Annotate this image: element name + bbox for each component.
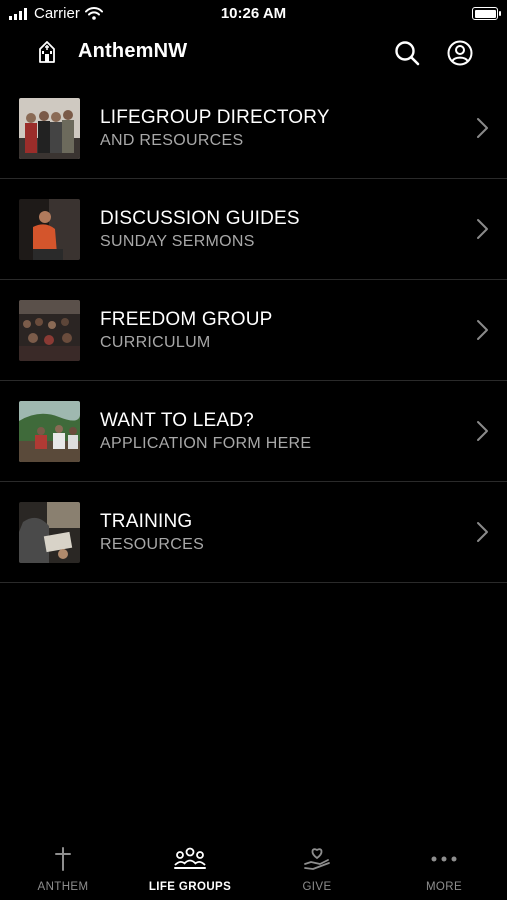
church-logo-icon — [39, 41, 55, 63]
search-button[interactable] — [392, 38, 422, 68]
item-title: LIFEGROUP DIRECTORY — [100, 107, 330, 128]
chevron-right-icon — [477, 219, 488, 239]
list-item-want-to-lead[interactable]: WANT TO LEAD? APPLICATION FORM HERE — [0, 381, 507, 482]
status-time: 10:26 AM — [220, 5, 287, 22]
list-item-lifegroup-directory[interactable]: LIFEGROUP DIRECTORY AND RESOURCES — [0, 78, 507, 179]
heart-hand-icon — [304, 848, 330, 870]
item-title: TRAINING — [100, 511, 193, 532]
item-subtitle: APPLICATION FORM HERE — [100, 435, 312, 452]
chevron-right-icon — [477, 118, 488, 138]
item-title: DISCUSSION GUIDES — [100, 208, 300, 229]
tab-bar: ANTHEM LIFE GROUPS GIVE MORE — [0, 838, 507, 900]
app-header: AnthemNW — [0, 28, 507, 78]
list-item-training[interactable]: TRAINING RESOURCES — [0, 482, 507, 583]
search-icon — [395, 41, 420, 66]
tab-label: ANTHEM — [37, 881, 89, 893]
battery-icon — [472, 7, 501, 20]
people-icon — [174, 847, 206, 869]
chevron-right-icon — [477, 421, 488, 441]
cross-icon — [55, 847, 71, 871]
tab-label: LIFE GROUPS — [148, 881, 232, 893]
list-item-freedom-group[interactable]: FREEDOM GROUP CURRICULUM — [0, 280, 507, 381]
item-subtitle: SUNDAY SERMONS — [100, 233, 255, 250]
speaker-photo — [19, 199, 80, 260]
item-subtitle: RESOURCES — [100, 536, 205, 553]
account-button[interactable] — [445, 38, 475, 68]
item-subtitle: AND RESOURCES — [100, 132, 244, 149]
account-icon — [447, 40, 473, 66]
item-title: FREEDOM GROUP — [100, 309, 273, 330]
outdoors-photo — [19, 401, 80, 462]
tab-more[interactable]: MORE — [381, 838, 507, 900]
group-photo — [19, 98, 80, 159]
tab-anthem[interactable]: ANTHEM — [0, 838, 126, 900]
study-photo — [19, 502, 80, 563]
chevron-right-icon — [477, 522, 488, 542]
tab-life-groups[interactable]: LIFE GROUPS — [127, 838, 253, 900]
menu-list: LIFEGROUP DIRECTORY AND RESOURCES DISCUS… — [0, 78, 507, 583]
item-subtitle: CURRICULUM — [100, 334, 211, 351]
tab-give[interactable]: GIVE — [254, 838, 380, 900]
status-bar: Carrier 10:26 AM — [0, 0, 507, 28]
item-title: WANT TO LEAD? — [100, 410, 254, 431]
app-title: AnthemNW — [78, 40, 188, 62]
tab-label: MORE — [425, 881, 463, 893]
chevron-right-icon — [477, 320, 488, 340]
crowd-photo — [19, 300, 80, 361]
list-item-discussion-guides[interactable]: DISCUSSION GUIDES SUNDAY SERMONS — [0, 179, 507, 280]
tab-label: GIVE — [302, 881, 332, 893]
ellipsis-icon — [431, 856, 457, 862]
